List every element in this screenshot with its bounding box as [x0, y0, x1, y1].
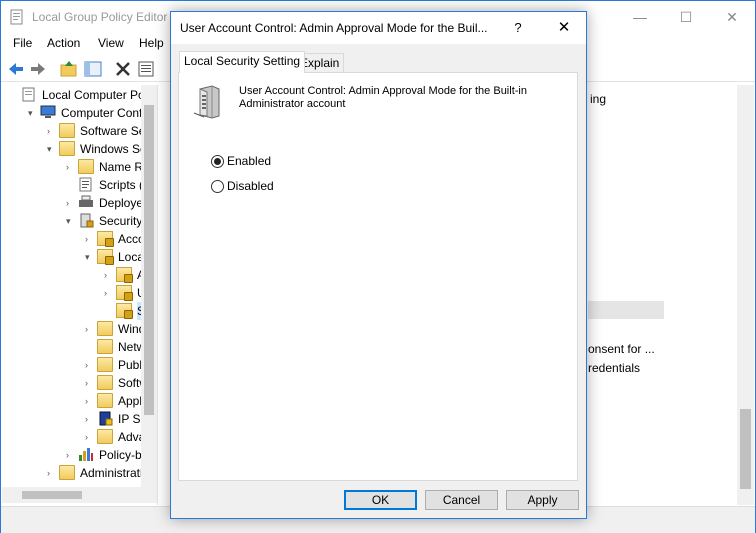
folder-lock-icon — [116, 267, 133, 283]
folder-icon — [59, 141, 75, 156]
radio-button-checked[interactable] — [211, 155, 224, 168]
tree-item-label: Computer Config — [61, 106, 152, 120]
scroll-thumb[interactable] — [740, 409, 751, 489]
folder-lock-icon — [97, 249, 114, 265]
computer-icon — [40, 105, 56, 120]
back-arrow-icon[interactable] — [6, 59, 26, 79]
tree-item[interactable]: ▾ Computer Config — [28, 104, 157, 122]
expand-chevron-icon[interactable]: › — [66, 163, 74, 172]
folder-icon — [59, 465, 75, 480]
menu-file[interactable]: File — [13, 36, 32, 50]
ip-security-icon — [97, 411, 113, 426]
list-item-fragment: ing — [590, 92, 607, 106]
show-hide-tree-icon[interactable] — [83, 59, 103, 79]
server-icon — [193, 85, 220, 119]
radio-label: Disabled — [227, 179, 274, 193]
delete-icon[interactable] — [113, 59, 133, 79]
folder-lock-icon — [97, 231, 114, 247]
expand-chevron-icon[interactable]: › — [85, 415, 93, 424]
expand-chevron-icon[interactable]: › — [85, 397, 93, 406]
collapse-chevron-icon[interactable]: ▾ — [66, 217, 74, 226]
scripts-icon — [78, 177, 94, 192]
folder-icon — [97, 339, 113, 354]
tab-local-security-setting[interactable]: Local Security Setting — [179, 51, 306, 73]
computer-policy-icon — [21, 87, 37, 102]
close-button[interactable]: ✕ — [709, 1, 755, 33]
up-folder-icon[interactable] — [59, 59, 79, 79]
expand-chevron-icon[interactable]: › — [85, 433, 93, 442]
folder-icon — [78, 159, 94, 174]
radio-button-unchecked[interactable] — [211, 180, 224, 193]
collapse-chevron-icon[interactable]: ▾ — [85, 253, 93, 262]
tree-item-label: Administrativ — [80, 466, 149, 480]
expand-chevron-icon[interactable]: › — [47, 127, 55, 136]
help-button[interactable]: ? — [495, 12, 541, 44]
tree-item-label: Local Computer Polic — [42, 88, 157, 102]
app-icon — [10, 9, 23, 25]
list-vertical-scrollbar[interactable] — [737, 85, 754, 505]
folder-icon — [97, 375, 113, 390]
expand-chevron-icon[interactable]: › — [47, 469, 55, 478]
security-icon — [78, 213, 94, 228]
tree-horizontal-scrollbar[interactable] — [2, 487, 157, 503]
menu-action[interactable]: Action — [47, 36, 80, 50]
collapse-chevron-icon[interactable]: ▾ — [28, 109, 36, 118]
expand-chevron-icon[interactable]: › — [104, 271, 112, 280]
dialog-title: User Account Control: Admin Approval Mod… — [180, 21, 488, 35]
scroll-thumb[interactable] — [144, 105, 154, 415]
dialog-close-button[interactable]: ✕ — [541, 12, 587, 44]
ok-button[interactable]: OK — [344, 490, 417, 510]
properties-icon[interactable] — [136, 59, 156, 79]
menu-view[interactable]: View — [98, 36, 124, 50]
expand-chevron-icon[interactable]: › — [85, 361, 93, 370]
expand-chevron-icon[interactable]: › — [104, 289, 112, 298]
folder-lock-icon — [116, 285, 133, 301]
policy-properties-dialog: User Account Control: Admin Approval Mod… — [170, 11, 587, 519]
printer-icon — [78, 195, 94, 210]
chart-icon — [78, 447, 94, 462]
scroll-thumb[interactable] — [22, 491, 82, 499]
list-item-fragment: redentials — [588, 361, 641, 375]
radio-label: Enabled — [227, 154, 272, 168]
apply-button[interactable]: Apply — [506, 490, 579, 510]
forward-arrow-icon[interactable] — [28, 59, 48, 79]
collapse-chevron-icon[interactable]: ▾ — [47, 145, 55, 154]
tree-vertical-scrollbar[interactable] — [141, 85, 157, 487]
tab-panel: User Account Control: Admin Approval Mod… — [178, 72, 578, 481]
expand-chevron-icon[interactable]: › — [85, 235, 93, 244]
dialog-title-bar: User Account Control: Admin Approval Mod… — [171, 12, 586, 44]
expand-chevron-icon[interactable]: › — [85, 325, 93, 334]
folder-icon — [97, 357, 113, 372]
list-item-fragment: onsent for ... — [588, 342, 655, 356]
expand-chevron-icon[interactable]: › — [85, 379, 93, 388]
folder-icon — [97, 393, 113, 408]
policy-description: User Account Control: Admin Approval Mod… — [239, 85, 527, 110]
window-title: Local Group Policy Editor — [32, 10, 168, 24]
folder-icon — [59, 123, 75, 138]
console-tree: Local Computer Polic ▾ Computer Config › Sof… — [2, 85, 157, 505]
menu-help[interactable]: Help — [139, 36, 164, 50]
minimize-button[interactable]: — — [617, 1, 663, 33]
folder-icon — [97, 321, 113, 336]
expand-chevron-icon[interactable]: › — [66, 199, 74, 208]
folder-icon — [97, 429, 113, 444]
tree-item[interactable]: Local Computer Polic — [9, 86, 157, 104]
cancel-button[interactable]: Cancel — [425, 490, 498, 510]
expand-chevron-icon[interactable]: › — [66, 451, 74, 460]
folder-lock-icon — [116, 303, 133, 319]
highlighted-row[interactable] — [588, 301, 664, 319]
maximize-button[interactable]: ☐ — [663, 1, 709, 33]
